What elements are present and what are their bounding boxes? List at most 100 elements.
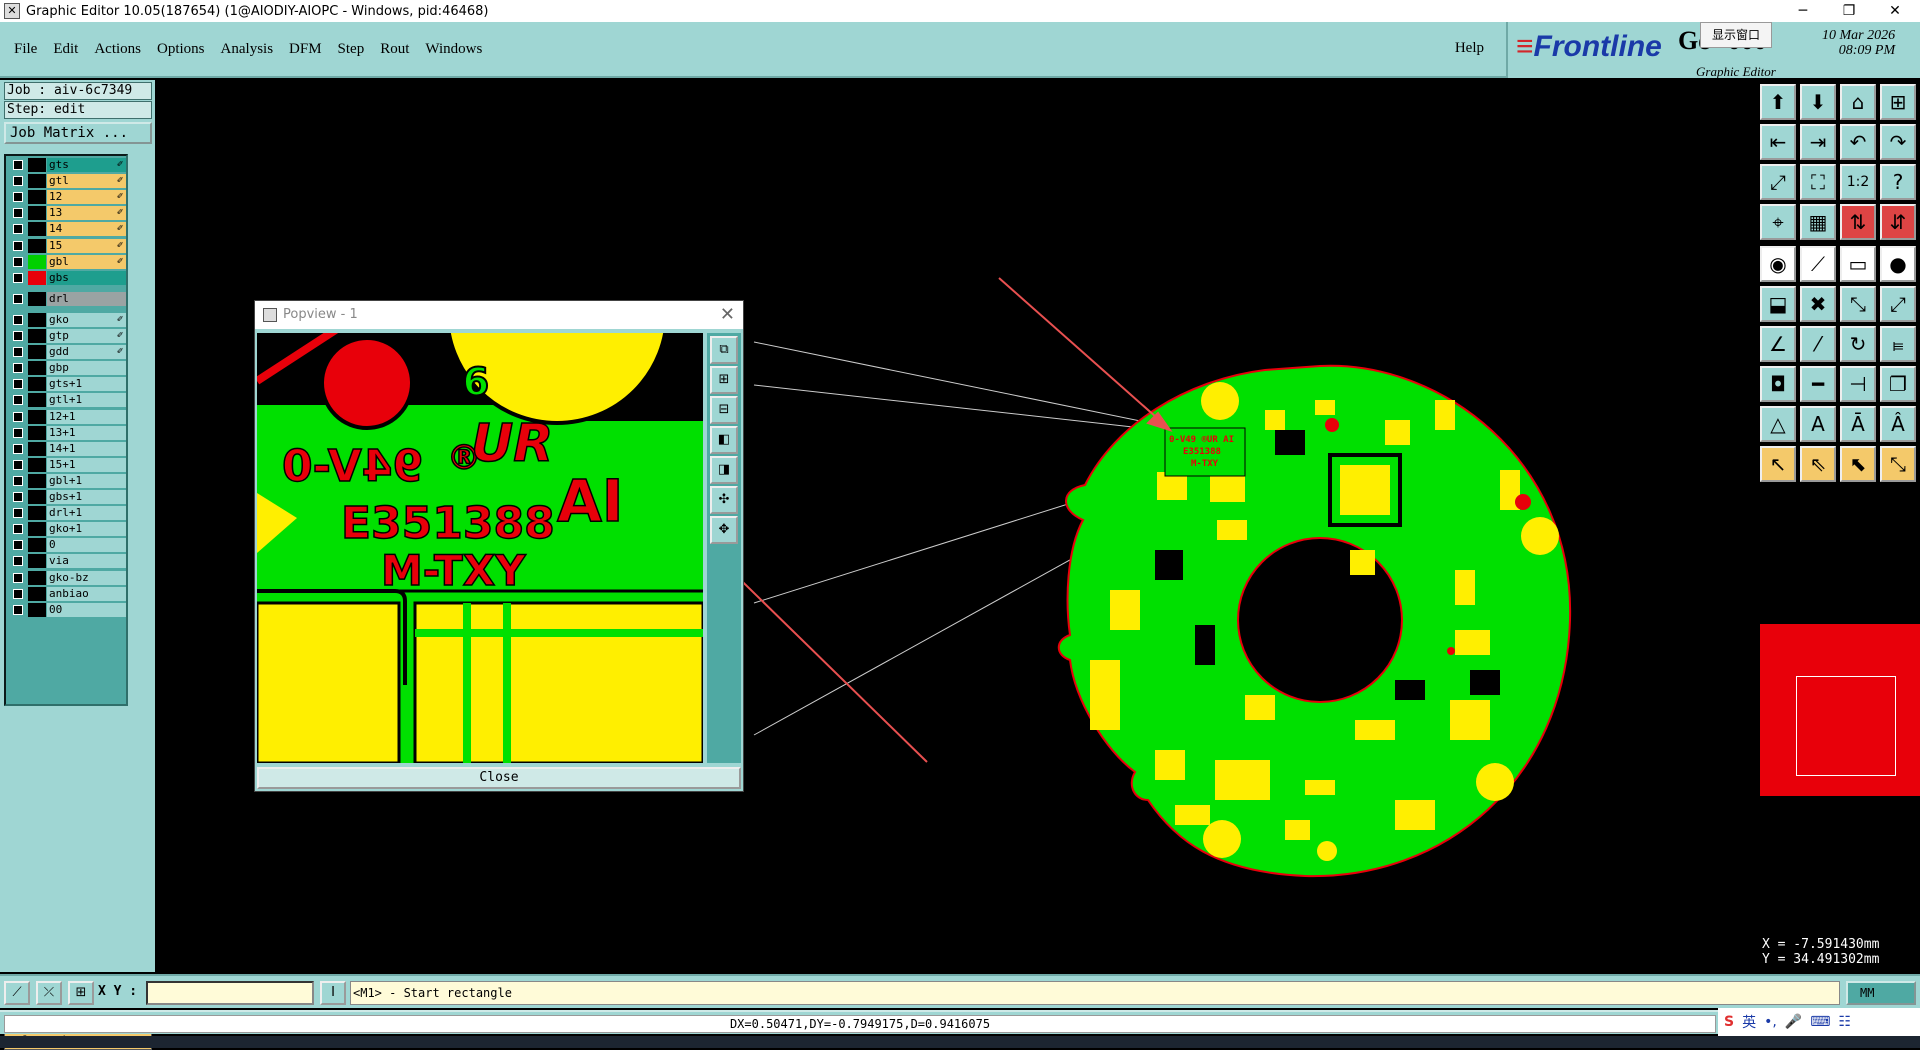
layer-name[interactable]: drl — [47, 291, 126, 306]
split-view-icon[interactable]: ⊞ — [1880, 84, 1916, 120]
popview-zoom-fit-icon[interactable]: ⧉ — [710, 336, 738, 364]
scale-1-2-icon[interactable]: 1:2 — [1840, 164, 1876, 200]
layer-row[interactable]: gko ✐ — [10, 312, 126, 327]
layer-row[interactable]: gbl+1 — [10, 473, 126, 488]
layer-checkbox[interactable] — [13, 604, 23, 615]
overview-frame[interactable] — [1796, 676, 1896, 776]
layer-row[interactable]: gbs — [10, 270, 126, 285]
ime-lang[interactable]: 英 — [1742, 1012, 1756, 1032]
layer-name[interactable]: gdd ✐ — [47, 345, 126, 360]
layer-name[interactable]: via — [47, 554, 126, 569]
connect-icon[interactable]: ⤡ — [1840, 286, 1876, 322]
layer-name[interactable]: gbl ✐ — [47, 254, 126, 269]
layer-checkbox[interactable] — [13, 347, 23, 358]
zoom-fit-icon[interactable]: ⤢ — [1760, 164, 1796, 200]
popview-pan-left-icon[interactable]: ◧ — [710, 426, 738, 454]
move-feature-icon[interactable]: ⬓ — [1760, 286, 1796, 322]
undo-view-icon[interactable]: ↶ — [1840, 124, 1876, 160]
layer-row[interactable]: gts ✐ — [10, 158, 126, 172]
layer-checkbox[interactable] — [13, 331, 23, 341]
layer-checkbox[interactable] — [13, 524, 23, 535]
text-a-alt-icon[interactable]: Ā — [1840, 406, 1876, 442]
align-icon[interactable]: ⫢ — [1880, 326, 1916, 362]
text-cursor-icon[interactable]: I — [320, 981, 346, 1005]
layer-name[interactable]: gbl+1 — [47, 473, 126, 488]
minus-line-icon[interactable]: ━ — [1800, 366, 1836, 402]
layer-row[interactable]: via — [10, 554, 126, 569]
ime-logo-icon[interactable]: S — [1724, 1014, 1734, 1030]
circle-icon[interactable]: ● — [1880, 246, 1916, 282]
layer-checkbox[interactable] — [13, 379, 23, 390]
menu-windows[interactable]: Windows — [425, 41, 482, 58]
slash-icon[interactable]: ⁄ — [1800, 326, 1836, 362]
layer-name[interactable]: 14+1 — [47, 441, 126, 456]
layer-name[interactable]: 0 — [47, 538, 126, 553]
menu-actions[interactable]: Actions — [94, 41, 141, 58]
job-matrix-button[interactable]: Job Matrix ... — [4, 122, 152, 144]
layer-row[interactable]: 0 — [10, 538, 126, 553]
layer-name[interactable]: 13+1 — [47, 425, 126, 440]
snap-icon[interactable]: ⌖ — [1760, 204, 1796, 240]
popview-zoom-out-icon[interactable]: ⊟ — [710, 396, 738, 424]
layer-checkbox[interactable] — [13, 314, 23, 325]
layer-row[interactable]: 13+1 — [10, 425, 126, 440]
layer-checkbox[interactable] — [13, 443, 23, 454]
layer-name[interactable]: gbp — [47, 361, 126, 376]
menu-dfm[interactable]: DFM — [289, 41, 322, 58]
layer-row[interactable]: gdd ✐ — [10, 345, 126, 360]
pointer-icon[interactable]: ↖ — [1760, 446, 1796, 482]
select-multi-icon[interactable]: ⤡ — [1880, 446, 1916, 482]
layer-name[interactable]: 12+1 — [47, 409, 126, 424]
layer-row[interactable]: gtl ✐ — [10, 174, 126, 189]
pan-right-icon[interactable]: ⇥ — [1800, 124, 1836, 160]
layer-row[interactable]: gko-bz — [10, 570, 126, 585]
layer-checkbox[interactable] — [13, 411, 23, 422]
copy-icon[interactable]: ❐ — [1880, 366, 1916, 402]
link-icon[interactable]: ⤢ — [1880, 286, 1916, 322]
layer-name[interactable]: anbiao — [47, 586, 126, 601]
layer-down-icon[interactable]: ⇵ — [1880, 204, 1916, 240]
popview-zoom-in-icon[interactable]: ⊞ — [710, 366, 738, 394]
line-add-icon[interactable]: ⟋ — [1800, 246, 1836, 282]
ime-punct-icon[interactable]: •, — [1764, 1014, 1777, 1030]
menu-rout[interactable]: Rout — [380, 41, 409, 58]
menu-options[interactable]: Options — [157, 41, 205, 58]
layer-row[interactable]: 13 ✐ — [10, 206, 126, 221]
layer-row[interactable]: gtp ✐ — [10, 329, 126, 343]
layer-name[interactable]: gko+1 — [47, 522, 126, 537]
layer-name[interactable]: gko-bz — [47, 570, 126, 585]
home-icon[interactable]: ⌂ — [1840, 84, 1876, 120]
layer-row[interactable]: 14+1 — [10, 441, 126, 456]
layer-row[interactable]: 15 ✐ — [10, 238, 126, 253]
pad-move-icon[interactable]: ◘ — [1760, 366, 1796, 402]
layer-checkbox[interactable] — [13, 459, 23, 470]
layer-row[interactable]: gts+1 — [10, 377, 126, 392]
layer-checkbox[interactable] — [13, 588, 23, 599]
popview-move-icon[interactable]: ✥ — [710, 516, 738, 544]
select-icon[interactable]: ⇖ — [1800, 446, 1836, 482]
layer-row[interactable]: gtl+1 — [10, 393, 126, 408]
popview-close-icon[interactable]: ✕ — [720, 301, 735, 329]
arc-icon[interactable]: ↻ — [1840, 326, 1876, 362]
layer-checkbox[interactable] — [13, 572, 23, 583]
menu-edit[interactable]: Edit — [53, 41, 78, 58]
xy-input[interactable] — [146, 981, 314, 1005]
grid-mode-icon[interactable]: ⊞ — [68, 981, 94, 1005]
draw-mode-icon[interactable]: ⟋ — [4, 981, 30, 1005]
layer-checkbox[interactable] — [13, 192, 23, 203]
measure-icon[interactable]: ⊣ — [1840, 366, 1876, 402]
layer-row[interactable]: anbiao — [10, 586, 126, 601]
layer-row[interactable]: 15+1 — [10, 457, 126, 472]
help-query-icon[interactable]: ? — [1880, 164, 1916, 200]
layer-checkbox[interactable] — [13, 176, 23, 187]
layer-name[interactable]: gts+1 — [47, 377, 126, 392]
layer-name[interactable]: gtp ✐ — [47, 329, 126, 343]
layer-row[interactable]: gbl ✐ — [10, 254, 126, 269]
layer-checkbox[interactable] — [13, 508, 23, 519]
maximize-icon[interactable]: ❐ — [1826, 0, 1872, 22]
popview-canvas[interactable]: 9 94V-0 ® UR AI E351388 M-TXY — [257, 333, 703, 763]
delete-feature-icon[interactable]: ✖ — [1800, 286, 1836, 322]
layer-name[interactable]: gtl+1 — [47, 393, 126, 408]
layer-row[interactable]: 12 ✐ — [10, 190, 126, 205]
select-net-icon[interactable]: ⬉ — [1840, 446, 1876, 482]
